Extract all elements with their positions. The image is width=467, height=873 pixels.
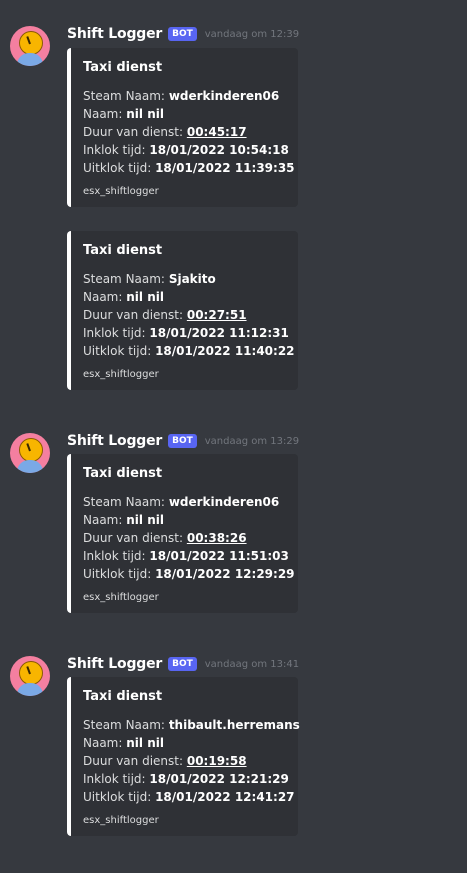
field-name: Naam: nil nil — [83, 107, 164, 121]
field-steam-name: Steam Naam: wderkinderen06 — [83, 495, 280, 509]
embed-footer: esx_shiftlogger — [83, 815, 159, 826]
message-header: Shift Logger BOT vandaag om 13:41 — [67, 654, 299, 674]
avatar[interactable] — [10, 433, 50, 473]
field-duration: Duur van dienst: 00:45:17 — [83, 125, 247, 139]
timestamp[interactable]: vandaag om 13:41 — [205, 659, 299, 670]
embed-title: Taxi dienst — [83, 466, 163, 481]
embed-title: Taxi dienst — [83, 243, 163, 258]
field-clock-out: Uitklok tijd: 18/01/2022 11:39:35 — [83, 161, 295, 175]
embed: Taxi dienst Steam Naam: wderkinderen06 N… — [67, 48, 298, 207]
message-group: Shift Logger BOT vandaag om 12:39 Taxi d… — [0, 24, 467, 414]
embed-fields: Steam Naam: wderkinderen06 Naam: nil nil… — [83, 493, 295, 583]
field-clock-out: Uitklok tijd: 18/01/2022 12:41:27 — [83, 790, 295, 804]
embed: Taxi dienst Steam Naam: thibault.herrema… — [67, 677, 300, 836]
field-clock-in: Inklok tijd: 18/01/2022 11:51:03 — [83, 549, 289, 563]
field-duration: Duur van dienst: 00:19:58 — [83, 754, 247, 768]
field-name: Naam: nil nil — [83, 513, 164, 527]
bot-badge: BOT — [168, 434, 197, 448]
avatar[interactable] — [10, 26, 50, 66]
field-duration: Duur van dienst: 00:38:26 — [83, 531, 247, 545]
embed-fields: Steam Naam: wderkinderen06 Naam: nil nil… — [83, 87, 295, 177]
timestamp[interactable]: vandaag om 12:39 — [205, 29, 299, 40]
field-clock-in: Inklok tijd: 18/01/2022 12:21:29 — [83, 772, 289, 786]
embed-footer: esx_shiftlogger — [83, 592, 159, 603]
username[interactable]: Shift Logger — [67, 433, 162, 449]
embed-title: Taxi dienst — [83, 60, 163, 75]
message-group: Shift Logger BOT vandaag om 13:29 Taxi d… — [0, 431, 467, 636]
embed-footer: esx_shiftlogger — [83, 369, 159, 380]
field-steam-name: Steam Naam: Sjakito — [83, 272, 216, 286]
field-name: Naam: nil nil — [83, 290, 164, 304]
field-clock-in: Inklok tijd: 18/01/2022 10:54:18 — [83, 143, 289, 157]
embed-footer: esx_shiftlogger — [83, 186, 159, 197]
avatar[interactable] — [10, 656, 50, 696]
bot-badge: BOT — [168, 27, 197, 41]
field-steam-name: Steam Naam: wderkinderen06 — [83, 89, 280, 103]
username[interactable]: Shift Logger — [67, 26, 162, 42]
timestamp[interactable]: vandaag om 13:29 — [205, 436, 299, 447]
field-clock-in: Inklok tijd: 18/01/2022 11:12:31 — [83, 326, 289, 340]
embed-title: Taxi dienst — [83, 689, 163, 704]
field-clock-out: Uitklok tijd: 18/01/2022 11:40:22 — [83, 344, 295, 358]
field-steam-name: Steam Naam: thibault.herremans — [83, 718, 300, 732]
message-group: Shift Logger BOT vandaag om 13:41 Taxi d… — [0, 654, 467, 859]
embed-fields: Steam Naam: Sjakito Naam: nil nil Duur v… — [83, 270, 295, 360]
field-clock-out: Uitklok tijd: 18/01/2022 12:29:29 — [83, 567, 295, 581]
field-name: Naam: nil nil — [83, 736, 164, 750]
field-duration: Duur van dienst: 00:27:51 — [83, 308, 247, 322]
embed: Taxi dienst Steam Naam: Sjakito Naam: ni… — [67, 231, 298, 390]
embed-fields: Steam Naam: thibault.herremans Naam: nil… — [83, 716, 300, 806]
username[interactable]: Shift Logger — [67, 656, 162, 672]
embed: Taxi dienst Steam Naam: wderkinderen06 N… — [67, 454, 298, 613]
message-header: Shift Logger BOT vandaag om 13:29 — [67, 431, 299, 451]
message-header: Shift Logger BOT vandaag om 12:39 — [67, 24, 299, 44]
bot-badge: BOT — [168, 657, 197, 671]
